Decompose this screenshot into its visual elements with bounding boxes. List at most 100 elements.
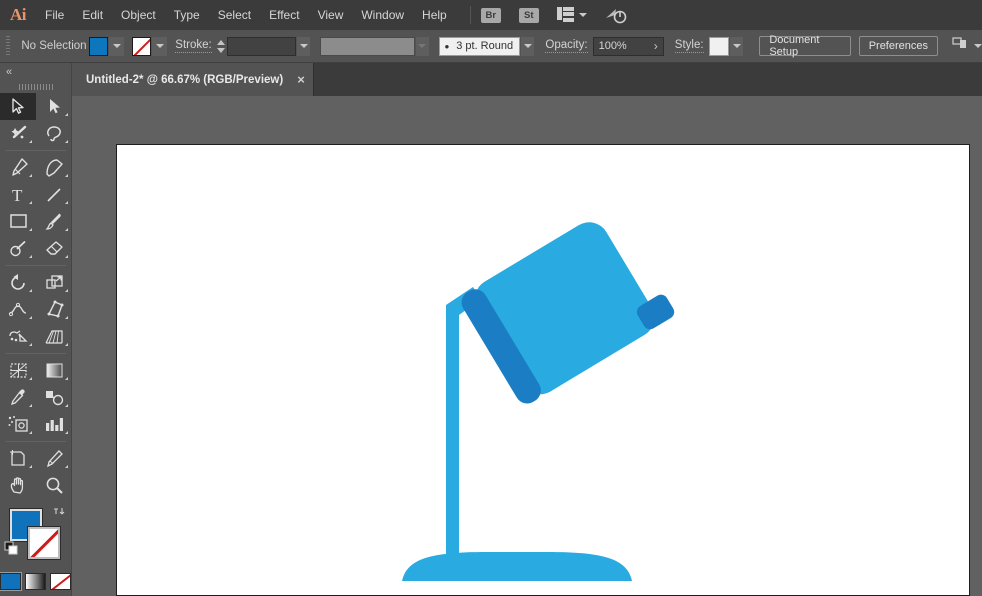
align-to-selection-icon[interactable] bbox=[952, 36, 968, 56]
eyedropper-tool[interactable] bbox=[0, 384, 36, 411]
lamp-stem[interactable] bbox=[446, 313, 459, 558]
opacity-value: 100% bbox=[599, 40, 627, 52]
tool-divider bbox=[0, 350, 72, 357]
scale-tool[interactable] bbox=[36, 269, 72, 296]
curvature-tool[interactable] bbox=[36, 154, 72, 181]
tool-divider bbox=[0, 147, 72, 154]
variable-width-profile[interactable] bbox=[320, 37, 414, 56]
selection-status: No Selection bbox=[15, 40, 89, 52]
control-bar-grip[interactable] bbox=[6, 36, 10, 56]
close-icon[interactable]: × bbox=[297, 72, 305, 87]
selection-tool[interactable] bbox=[0, 93, 36, 120]
tool-divider bbox=[0, 262, 72, 269]
stroke-weight-dropdown-button[interactable] bbox=[297, 37, 310, 56]
line-segment-tool[interactable] bbox=[36, 181, 72, 208]
opacity-input[interactable]: 100% › bbox=[593, 37, 664, 56]
swap-fill-stroke-icon[interactable] bbox=[53, 505, 66, 521]
desk-lamp-illustration[interactable] bbox=[117, 145, 971, 596]
menu-window[interactable]: Window bbox=[352, 0, 413, 30]
stock-button[interactable]: St bbox=[519, 8, 539, 23]
double-chevron-left-icon[interactable]: « bbox=[0, 63, 71, 81]
perspective-grid-tool[interactable] bbox=[36, 323, 72, 350]
stroke-none-swatch[interactable] bbox=[132, 37, 151, 56]
fill-dropdown-button[interactable] bbox=[109, 37, 124, 56]
canvas-area[interactable] bbox=[72, 96, 982, 596]
menu-help[interactable]: Help bbox=[413, 0, 456, 30]
menu-object[interactable]: Object bbox=[112, 0, 165, 30]
lamp-shade-body[interactable] bbox=[467, 215, 662, 402]
align-dropdown-chevron-icon[interactable] bbox=[974, 44, 982, 48]
column-graph-tool[interactable] bbox=[36, 411, 72, 438]
fill-color-swatch[interactable] bbox=[89, 37, 108, 56]
paintbrush-tool[interactable] bbox=[36, 208, 72, 235]
artboard-tool[interactable] bbox=[0, 445, 36, 472]
graphic-style-dropdown-button[interactable] bbox=[730, 37, 743, 56]
menu-type[interactable]: Type bbox=[165, 0, 209, 30]
width-profile-dropdown-button[interactable] bbox=[416, 37, 429, 56]
default-fill-stroke-icon[interactable] bbox=[4, 541, 18, 560]
graphic-style-swatch[interactable] bbox=[709, 37, 730, 56]
eraser-tool[interactable] bbox=[36, 235, 72, 262]
brush-definition-select[interactable]: • 3 pt. Round bbox=[439, 37, 521, 56]
width-tool[interactable] bbox=[0, 296, 36, 323]
menu-edit[interactable]: Edit bbox=[73, 0, 112, 30]
color-mode-swatch-row bbox=[0, 573, 71, 590]
menu-select[interactable]: Select bbox=[209, 0, 260, 30]
stroke-weight-input[interactable] bbox=[227, 37, 296, 56]
document-setup-button[interactable]: Document Setup bbox=[759, 36, 850, 56]
menu-effect[interactable]: Effect bbox=[260, 0, 308, 30]
magic-wand-tool[interactable] bbox=[0, 120, 36, 147]
rectangle-tool[interactable] bbox=[0, 208, 36, 235]
type-tool[interactable]: T bbox=[0, 181, 36, 208]
pen-tool[interactable] bbox=[0, 154, 36, 181]
style-label[interactable]: Style: bbox=[675, 39, 704, 53]
tool-divider bbox=[0, 438, 72, 445]
rotate-tool[interactable] bbox=[0, 269, 36, 296]
opacity-flyout-icon[interactable]: › bbox=[654, 39, 658, 53]
illustrator-window: Ai File Edit Object Type Select Effect V… bbox=[0, 0, 982, 596]
svg-text:T: T bbox=[12, 186, 23, 204]
preferences-button[interactable]: Preferences bbox=[859, 36, 938, 56]
gradient-tool[interactable] bbox=[36, 357, 72, 384]
tools-panel-grip[interactable] bbox=[0, 81, 71, 93]
brush-bullet-icon: • bbox=[445, 40, 450, 53]
app-logo-icon: Ai bbox=[0, 0, 36, 30]
mesh-tool[interactable] bbox=[0, 357, 36, 384]
blend-tool[interactable] bbox=[36, 384, 72, 411]
artboard[interactable] bbox=[116, 144, 970, 596]
document-tab-bar: Untitled-2* @ 66.67% (RGB/Preview) × bbox=[72, 63, 982, 96]
workspace-switcher-icon[interactable] bbox=[557, 7, 575, 24]
fill-control bbox=[89, 37, 132, 56]
lamp-base[interactable] bbox=[402, 552, 632, 581]
stroke-color-control bbox=[132, 37, 175, 56]
control-bar: No Selection Stroke: • 3 pt. Round Opaci… bbox=[0, 30, 982, 63]
opacity-label[interactable]: Opacity: bbox=[545, 39, 587, 53]
workspace-chevron-down-icon[interactable] bbox=[576, 13, 590, 17]
stroke-weight-stepper[interactable] bbox=[217, 40, 225, 53]
stroke-color-dropdown-button[interactable] bbox=[152, 37, 167, 56]
tool-grid: T bbox=[0, 93, 72, 499]
cloud-sync-icon[interactable] bbox=[604, 6, 628, 24]
direct-selection-tool[interactable] bbox=[36, 93, 72, 120]
shaper-tool[interactable] bbox=[0, 235, 36, 262]
slice-tool[interactable] bbox=[36, 445, 72, 472]
lasso-tool[interactable] bbox=[36, 120, 72, 147]
menu-file[interactable]: File bbox=[36, 0, 73, 30]
stroke-label[interactable]: Stroke: bbox=[175, 39, 211, 53]
brush-definition-dropdown-button[interactable] bbox=[521, 37, 534, 56]
color-swatch-button[interactable] bbox=[0, 573, 21, 590]
shape-builder-tool[interactable] bbox=[0, 323, 36, 350]
menu-view[interactable]: View bbox=[309, 0, 353, 30]
bridge-button[interactable]: Br bbox=[481, 8, 501, 23]
none-swatch-button[interactable] bbox=[50, 573, 71, 590]
fill-stroke-controls bbox=[0, 505, 72, 569]
symbol-sprayer-tool[interactable] bbox=[0, 411, 36, 438]
hand-tool[interactable] bbox=[0, 472, 36, 499]
zoom-tool[interactable] bbox=[36, 472, 72, 499]
toolbar-stroke-swatch[interactable] bbox=[28, 527, 60, 559]
gradient-swatch-button[interactable] bbox=[25, 573, 46, 590]
free-transform-tool[interactable] bbox=[36, 296, 72, 323]
document-tab[interactable]: Untitled-2* @ 66.67% (RGB/Preview) × bbox=[72, 63, 314, 96]
tools-panel: « bbox=[0, 63, 72, 596]
brush-definition-label: 3 pt. Round bbox=[456, 40, 513, 52]
